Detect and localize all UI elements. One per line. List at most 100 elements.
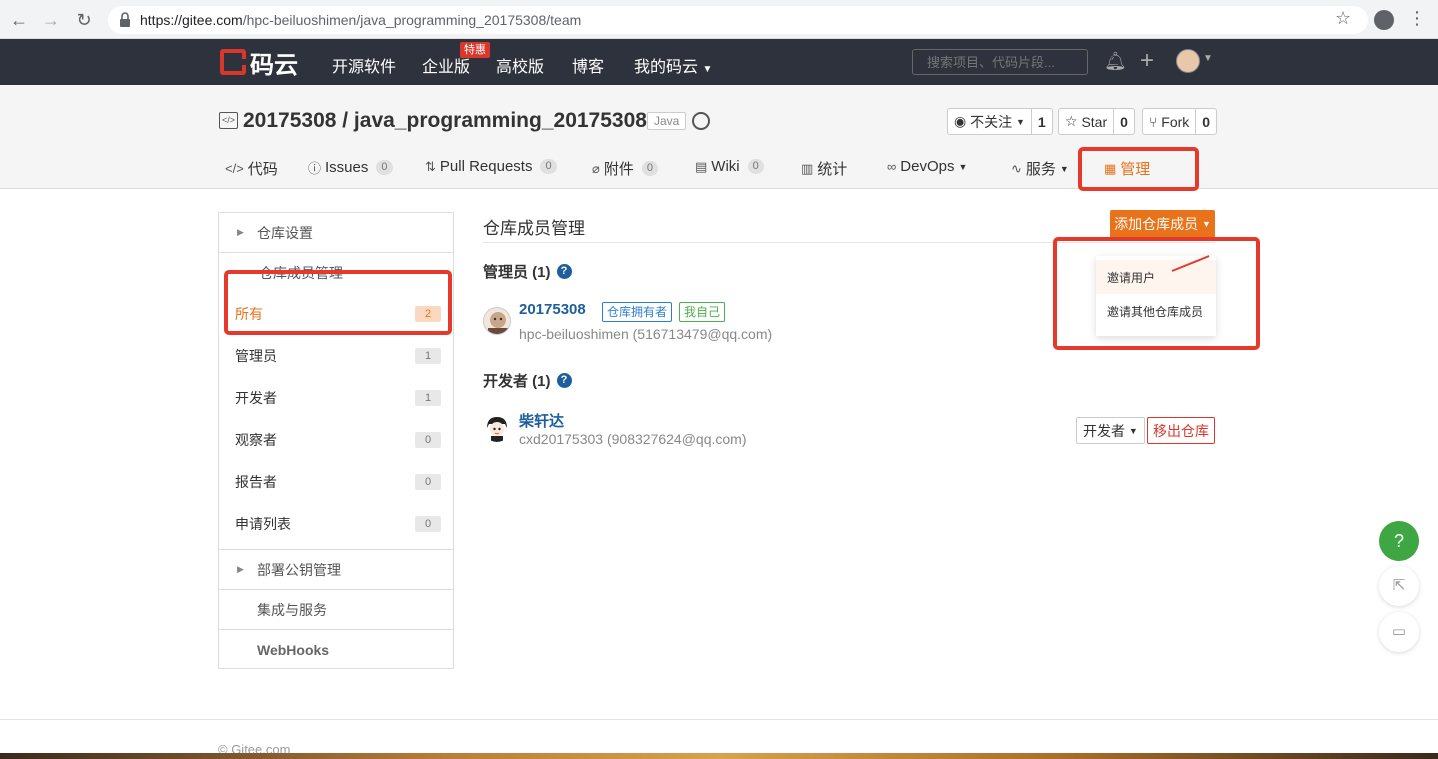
chevron-down-icon: ▼ — [702, 64, 713, 75]
tab-attachments-count: 0 — [641, 161, 658, 176]
star-count[interactable]: 0 — [1113, 109, 1134, 134]
chevron-down-icon[interactable]: ▼ — [1203, 53, 1213, 64]
bookmark-star-icon[interactable]: ☆ — [1335, 8, 1351, 29]
tab-code-label: 代码 — [247, 161, 278, 178]
bell-icon[interactable]: 🔔︎ — [1104, 51, 1127, 72]
gitee-logo[interactable]: 码云 — [220, 48, 298, 79]
reload-icon[interactable]: ↻ — [73, 9, 95, 31]
sidebar-item-label: 申请列表 — [235, 516, 291, 532]
sidebar-integrations[interactable]: 集成与服务 — [219, 589, 453, 629]
sidebar-webhooks[interactable]: WebHooks — [219, 629, 453, 669]
search-input[interactable] — [912, 49, 1088, 75]
star-button[interactable]: ☆ Star 0 — [1058, 108, 1135, 135]
help-button[interactable]: ? — [1379, 521, 1419, 561]
admin-avatar-image — [488, 312, 508, 334]
fork-label: Fork — [1161, 113, 1190, 130]
account-icon[interactable] — [1374, 10, 1394, 30]
star-icon: ☆ — [1065, 113, 1082, 129]
paperclip-icon: ⌀ — [592, 160, 600, 176]
back-icon[interactable]: ← — [8, 9, 30, 31]
count-badge: 1 — [415, 348, 441, 364]
tab-services[interactable]: ∿ 服务 ▼ — [1011, 158, 1069, 179]
tab-code[interactable]: </> 代码 — [225, 158, 278, 179]
caret-right-icon: ▶ — [237, 564, 244, 574]
repo-title[interactable]: 20175308 / java_programming_20175308 — [243, 109, 647, 133]
more-menu-icon[interactable]: ⋮ — [1408, 8, 1426, 29]
tab-services-label: 服务 — [1025, 161, 1056, 178]
tab-attachments[interactable]: ⌀ 附件 0 — [592, 158, 658, 179]
avatar[interactable] — [483, 307, 511, 335]
repo-header: </> 20175308 / java_programming_20175308… — [0, 85, 1438, 189]
watch-button[interactable]: ◉ 不关注 ▼ 1 — [947, 108, 1053, 135]
chevron-down-icon: ▼ — [1016, 116, 1025, 127]
admins-title-text: 管理员 (1) — [483, 264, 551, 281]
logo-mark-icon — [220, 49, 246, 75]
sidebar-integrations-label: 集成与服务 — [257, 601, 327, 618]
nav-my-gitee-label: 我的码云 — [634, 59, 699, 76]
tab-issues[interactable]: ⓘ Issues 0 — [308, 158, 393, 177]
plus-icon[interactable]: + — [1140, 47, 1154, 75]
tab-stats[interactable]: ▥ 统计 — [801, 158, 847, 179]
member-account-admin: hpc-beiluoshimen (516713479@qq.com) — [519, 326, 773, 342]
avatar[interactable] — [483, 414, 511, 442]
tab-issues-count: 0 — [376, 160, 393, 175]
admins-section-title: 管理员 (1) ? — [483, 261, 572, 282]
developer-avatar-image — [487, 417, 507, 442]
sidebar-item-label: 报告者 — [235, 474, 277, 490]
sidebar-member-mgmt[interactable]: 仓库成员管理 — [219, 263, 453, 287]
fork-count[interactable]: 0 — [1195, 109, 1216, 134]
menu-item-invite-repo-members[interactable]: 邀请其他仓库成员 — [1096, 294, 1216, 328]
infinity-icon: ∞ — [887, 159, 897, 174]
award-icon[interactable] — [692, 112, 710, 130]
sidebar-item-reporters[interactable]: 报告者 0 — [219, 461, 453, 503]
sidebar-item-developers[interactable]: 开发者 1 — [219, 377, 453, 419]
add-member-button[interactable]: 添加仓库成员 ▼ — [1110, 210, 1215, 238]
tab-attachments-label: 附件 — [603, 161, 634, 178]
nav-my-gitee[interactable]: 我的码云 ▼ — [634, 53, 712, 77]
developers-title-text: 开发者 (1) — [483, 373, 551, 390]
tab-pull-requests[interactable]: ⇅ Pull Requests 0 — [425, 158, 557, 175]
nav-open-source[interactable]: 开源软件 — [332, 53, 396, 77]
sidebar-item-all[interactable]: 所有 2 — [219, 293, 453, 335]
sidebar-deploy-keys[interactable]: ▶ 部署公钥管理 — [219, 549, 453, 589]
help-icon[interactable]: ? — [556, 264, 572, 279]
nav-university[interactable]: 高校版 — [496, 53, 544, 77]
sidebar-item-observers[interactable]: 观察者 0 — [219, 419, 453, 461]
fork-button[interactable]: ⑂ Fork 0 — [1142, 108, 1218, 135]
sidebar-webhooks-label: WebHooks — [257, 641, 330, 658]
sidebar-item-admins[interactable]: 管理员 1 — [219, 335, 453, 377]
developers-section-title: 开发者 (1) ? — [483, 370, 572, 391]
add-member-label: 添加仓库成员 — [1114, 216, 1199, 232]
watch-count[interactable]: 1 — [1030, 109, 1052, 134]
address-bar[interactable]: https://gitee.com/hpc-beiluoshimen/java_… — [108, 6, 1368, 34]
pull-request-icon: ⇅ — [425, 158, 436, 174]
site-header: 码云 开源软件 企业版 特惠 高校版 博客 我的码云 ▼ 🔔︎ + ▼ — [0, 39, 1438, 85]
language-badge[interactable]: Java — [647, 112, 687, 130]
star-label: Star — [1081, 113, 1108, 130]
member-name-admin[interactable]: 20175308 — [519, 301, 586, 318]
add-member-dropdown: 邀请用户 邀请其他仓库成员 — [1096, 256, 1216, 336]
tab-wiki[interactable]: ▤ Wiki 0 — [695, 158, 764, 175]
comment-icon[interactable]: ▭ — [1379, 612, 1419, 652]
sidebar-repo-settings-label: 仓库设置 — [257, 224, 313, 241]
watch-label: 不关注 — [970, 113, 1013, 130]
user-avatar[interactable] — [1176, 49, 1200, 73]
remove-member-button[interactable]: 移出仓库 — [1147, 417, 1215, 444]
sidebar-item-requests[interactable]: 申请列表 0 — [219, 503, 453, 545]
share-icon[interactable]: ⇱ — [1379, 566, 1419, 606]
member-account-developer: cxd20175303 (908327624@qq.com) — [519, 431, 747, 447]
role-select[interactable]: 开发者 ▼ — [1076, 417, 1145, 444]
sidebar-member-mgmt-label: 仓库成员管理 — [259, 265, 343, 281]
tab-devops[interactable]: ∞ DevOps ▼ — [887, 158, 967, 175]
member-name-developer[interactable]: 柴轩达 — [519, 410, 564, 431]
menu-item-invite-user[interactable]: 邀请用户 — [1096, 260, 1216, 294]
footer-band — [0, 753, 1438, 759]
count-badge: 0 — [415, 474, 441, 490]
help-icon[interactable]: ? — [556, 373, 572, 388]
forward-icon[interactable]: → — [40, 9, 62, 31]
self-tag: 我自己 — [679, 302, 726, 322]
sidebar-repo-settings[interactable]: ▶ 仓库设置 — [219, 213, 453, 253]
tab-manage[interactable]: ▦ 管理 — [1104, 158, 1150, 179]
nav-blog[interactable]: 博客 — [572, 53, 604, 77]
chevron-down-icon: ▼ — [958, 161, 968, 172]
